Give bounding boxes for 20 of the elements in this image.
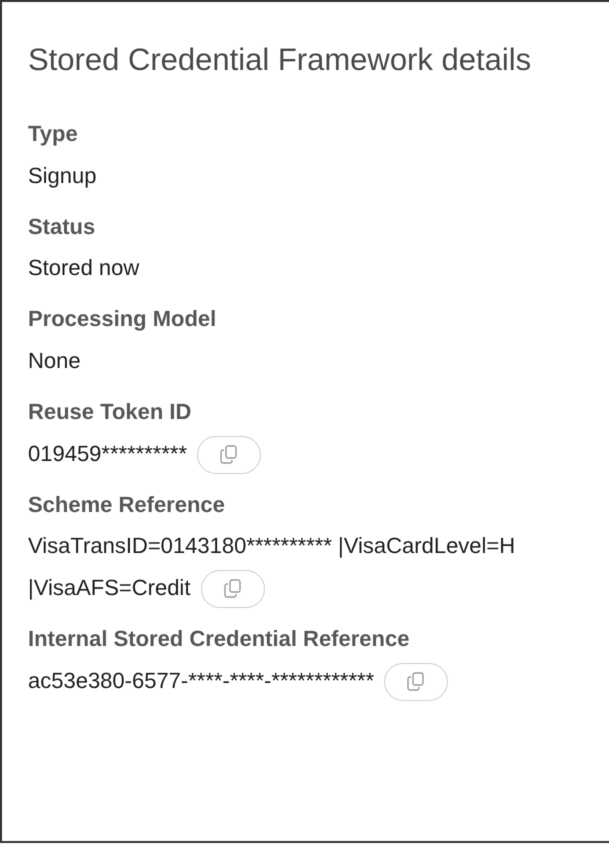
field-value: 019459********** xyxy=(28,440,188,466)
panel-title: Stored Credential Framework details xyxy=(28,41,532,79)
field-label: Status xyxy=(28,214,96,239)
copy-button[interactable] xyxy=(200,570,265,608)
copy-icon xyxy=(224,579,242,600)
copy-icon xyxy=(407,672,426,692)
field-value: Signup xyxy=(28,162,97,188)
field-value: ac53e380-6577-****-****-************ xyxy=(28,668,374,693)
field-label: Processing Model xyxy=(28,306,216,332)
copy-icon xyxy=(220,444,238,465)
field-label: Scheme Reference xyxy=(28,492,225,517)
copy-button[interactable] xyxy=(197,436,262,474)
field-value: None xyxy=(28,348,81,374)
field-label: Internal Stored Credential Reference xyxy=(28,626,410,652)
copy-button[interactable] xyxy=(384,663,448,702)
field-label: Type xyxy=(28,121,78,146)
field-label: Reuse Token ID xyxy=(28,399,192,424)
field-value: |VisaAFS=Credit xyxy=(28,575,190,600)
field-value: VisaTransID=0143180********** |VisaCardLevel=H xyxy=(28,533,516,558)
field-value: Stored now xyxy=(28,255,140,280)
